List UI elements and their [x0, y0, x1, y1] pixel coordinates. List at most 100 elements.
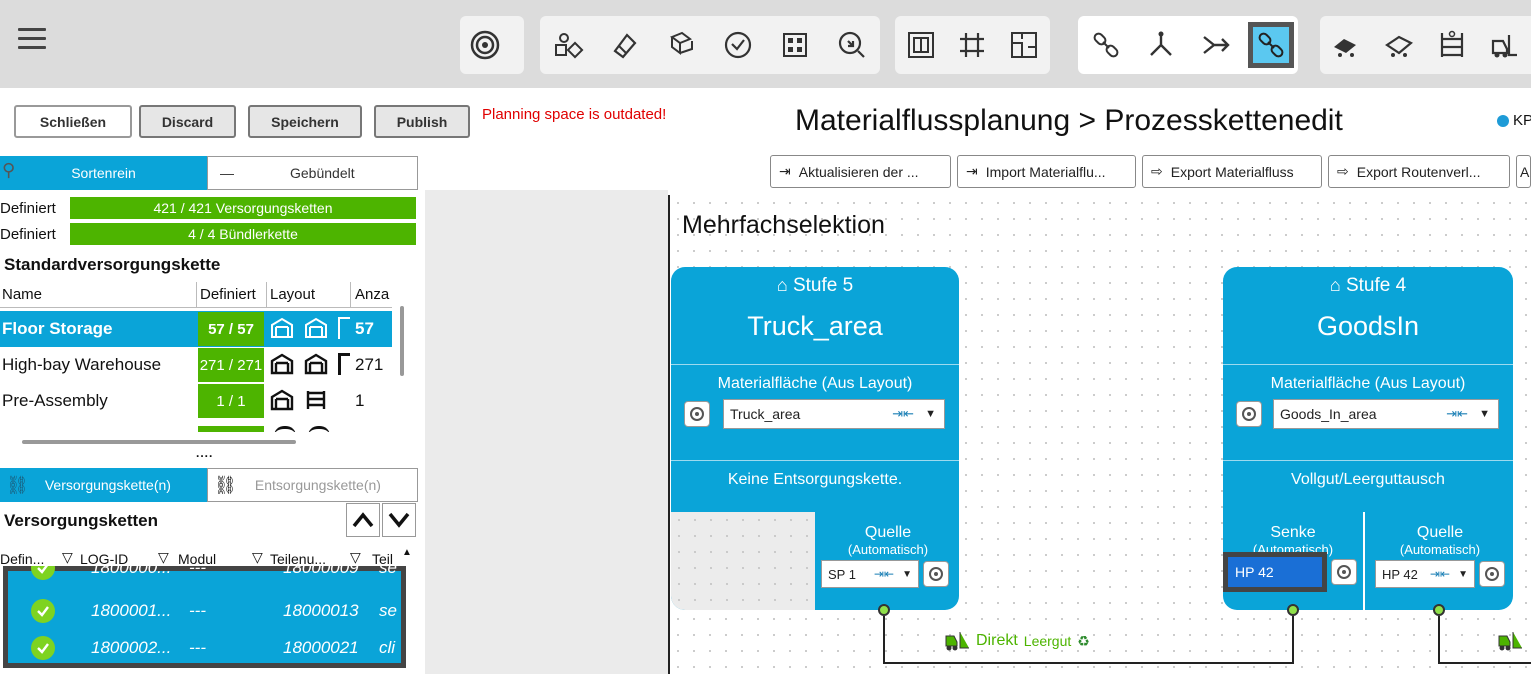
export-route-button[interactable]: ⇨ Export Routenverl... — [1328, 155, 1510, 188]
filter-icon[interactable]: ▽ — [350, 549, 361, 566]
forklift-icon[interactable] — [1482, 22, 1528, 68]
transport-link[interactable]: Direkt Leergut ♻ — [944, 630, 1090, 652]
modul: --- — [189, 566, 206, 577]
rack-icon[interactable] — [1429, 22, 1475, 68]
import-area-icon[interactable]: ⇥⇤ — [1430, 567, 1450, 581]
col-name[interactable]: Name — [2, 286, 42, 303]
sink-input[interactable]: HP 42 — [1223, 552, 1327, 592]
row-count: 271 — [355, 355, 384, 374]
list-item[interactable]: 1800002... --- 18000021 cli — [3, 630, 397, 666]
col-defined[interactable]: Defin... — [0, 551, 44, 567]
source-port[interactable] — [1433, 604, 1445, 616]
stage-card-truck-area[interactable]: ⌂ Stufe 5 Truck_area Materialfläche (Aus… — [671, 267, 959, 610]
source-port[interactable] — [878, 604, 890, 616]
splitter-handle[interactable]: .... — [196, 446, 213, 460]
process-chain-canvas[interactable]: Mehrfachselektion ⌂ Stufe 5 Truck_area M… — [668, 195, 1531, 674]
truck-load-icon[interactable] — [1323, 22, 1369, 68]
filter-icon[interactable]: ▽ — [252, 549, 263, 566]
truck-unload-icon[interactable] — [1376, 22, 1422, 68]
filter-icon[interactable]: ▽ — [62, 549, 73, 566]
source-select[interactable]: SP 1 ⇥⇤ ▼ — [821, 560, 919, 588]
tab-gebuendelt-label: Gebündelt — [290, 165, 355, 181]
layout-frame-icon[interactable] — [898, 22, 944, 68]
col-layout[interactable]: Layout — [270, 286, 315, 303]
col-modul[interactable]: Modul — [178, 551, 216, 567]
col-part-number[interactable]: Teilenu... — [270, 551, 326, 567]
tab-disposal-chains[interactable]: ⛓ Entsorgungskette(n) — [207, 468, 418, 502]
import-area-icon[interactable]: ⇥⇤ — [892, 406, 914, 422]
scroll-up-icon[interactable]: ▲ — [402, 547, 412, 558]
publish-button[interactable]: Publish — [374, 105, 470, 138]
table-hscrollbar[interactable] — [22, 440, 296, 444]
table-row[interactable]: Pre-Assembly 1 / 1 1 — [0, 383, 392, 419]
area-select[interactable]: Goods_In_area ⇥⇤ ▼ — [1273, 399, 1499, 429]
chevron-up-icon[interactable] — [346, 503, 380, 537]
tab-sortenrein-label: Sortenrein — [71, 165, 136, 181]
chevron-down-icon[interactable] — [382, 503, 416, 537]
tab-supply-chains[interactable]: ⛓ Versorgungskette(n) — [0, 468, 207, 502]
col-part[interactable]: Teil — [372, 551, 393, 567]
chevron-down-icon[interactable]: ▼ — [1458, 569, 1468, 580]
clock-icon[interactable] — [715, 22, 761, 68]
discard-button[interactable]: Discard — [139, 105, 236, 138]
table-row[interactable]: Floor Storage 57 / 57 57 — [0, 311, 392, 347]
locate-button[interactable] — [1479, 561, 1505, 587]
col-log-id[interactable]: LOG-ID — [80, 551, 128, 567]
source-section: Quelle (Automatisch) SP 1 ⇥⇤ ▼ — [817, 512, 959, 610]
tab-gebuendelt[interactable]: — Gebündelt — [207, 156, 418, 190]
chain-link-active-icon[interactable] — [1247, 22, 1294, 68]
table-vscrollbar[interactable] — [400, 306, 404, 376]
locate-button[interactable] — [684, 401, 710, 427]
chevron-down-icon[interactable]: ▼ — [925, 408, 936, 420]
sink-port[interactable] — [1287, 604, 1299, 616]
locate-button[interactable] — [1236, 401, 1262, 427]
chain-link-icon: ⛓ — [6, 474, 29, 495]
grid-dots-icon[interactable] — [772, 22, 818, 68]
stage-card-goodsin[interactable]: ⌂ Stufe 4 GoodsIn Materialfläche (Aus La… — [1223, 267, 1513, 610]
connector-line — [883, 616, 885, 664]
close-button[interactable]: Schließen — [14, 105, 132, 138]
tab-disposal-label: Entsorgungskette(n) — [254, 477, 381, 493]
list-item[interactable]: 1800000... --- 18000009 se — [3, 566, 397, 586]
hamburger-menu-icon[interactable] — [18, 28, 46, 54]
chevron-down-icon[interactable]: ▼ — [902, 569, 912, 580]
filter-icon[interactable]: ▽ — [158, 549, 169, 566]
zoom-arrow-icon[interactable] — [829, 22, 875, 68]
source-select[interactable]: HP 42 ⇥⇤ ▼ — [1375, 560, 1475, 588]
import-materialflow-button[interactable]: ⇥ Import Materialflu... — [957, 155, 1136, 188]
floorplan-icon[interactable] — [1001, 22, 1047, 68]
table-row[interactable]: High-bay Warehouse 271 / 271 271 — [0, 347, 392, 383]
locate-button[interactable] — [923, 561, 949, 587]
chain-link-icon[interactable] — [1083, 22, 1129, 68]
building-icon — [338, 353, 350, 375]
forklift-icon[interactable] — [1497, 630, 1523, 655]
area-select[interactable]: Truck_area ⇥⇤ ▼ — [723, 399, 945, 429]
grid-icon[interactable] — [949, 22, 995, 68]
toolbar-group-2 — [540, 16, 880, 74]
kpis-link[interactable]: KPIs — [1497, 112, 1531, 129]
table-row-partial — [0, 420, 392, 432]
save-button[interactable]: Speichern — [248, 105, 362, 138]
chevron-down-icon[interactable]: ▼ — [1479, 408, 1490, 420]
branch-icon[interactable] — [1138, 22, 1184, 68]
outdated-warning: Planning space is outdated! — [482, 106, 667, 123]
import-area-icon[interactable]: ⇥⇤ — [1446, 406, 1468, 422]
export-materialflow-button[interactable]: ⇨ Export Materialfluss — [1142, 155, 1322, 188]
merge-arrow-icon[interactable] — [1193, 22, 1239, 68]
refresh-button[interactable]: ⇥ Aktualisieren der ... — [770, 155, 951, 188]
chains-selection[interactable]: 1800000... --- 18000009 se 1800001... --… — [3, 566, 406, 668]
col-count[interactable]: Anza — [355, 286, 389, 303]
boxes-icon[interactable] — [545, 22, 591, 68]
target-icon[interactable] — [462, 22, 508, 68]
list-item[interactable]: 1800001... --- 18000013 se — [3, 593, 397, 629]
status-label: Definiert — [0, 225, 56, 243]
move-blocks-icon[interactable] — [659, 22, 705, 68]
stage-name: Truck_area — [747, 311, 883, 341]
tab-sortenrein[interactable]: ⚲ Sortenrein — [0, 156, 207, 190]
col-divider — [196, 282, 197, 308]
col-defined[interactable]: Definiert — [200, 286, 256, 303]
import-area-icon[interactable]: ⇥⇤ — [874, 567, 894, 581]
pencil-ruler-icon[interactable] — [602, 22, 648, 68]
locate-button[interactable] — [1331, 559, 1357, 585]
more-header-button[interactable]: A — [1516, 155, 1531, 188]
